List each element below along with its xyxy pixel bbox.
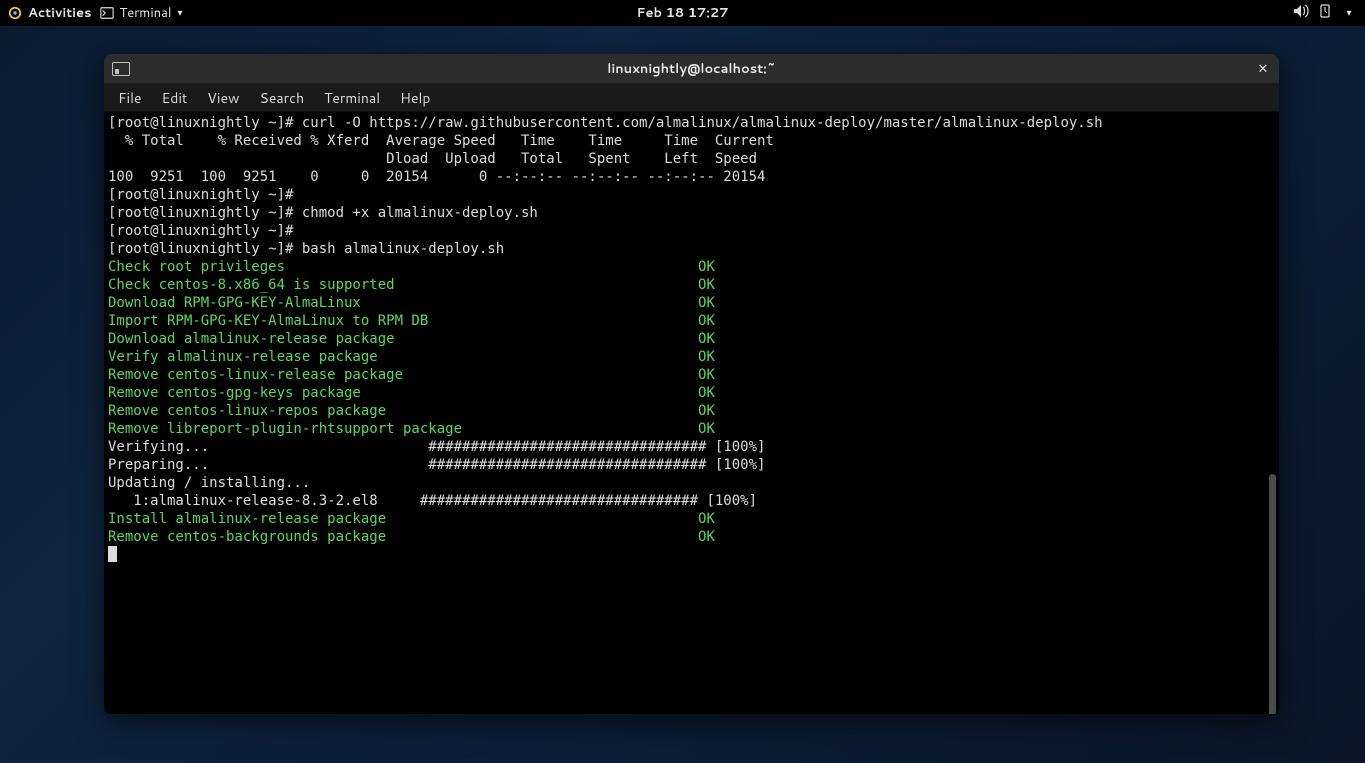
activities-label: Activities: [28, 4, 92, 22]
power-icon: [1317, 4, 1333, 23]
clock[interactable]: Feb 18 17:27: [636, 4, 728, 22]
system-status-area[interactable]: ▾: [1293, 4, 1357, 23]
app-menu-label: Terminal: [120, 4, 172, 22]
menu-help[interactable]: Help: [392, 85, 438, 111]
close-button[interactable]: ✕: [1253, 59, 1273, 79]
menu-search[interactable]: Search: [252, 85, 313, 111]
cursor: [108, 546, 117, 562]
menubar: File Edit View Search Terminal Help: [104, 84, 1279, 112]
app-menu[interactable]: Terminal ▾: [100, 4, 183, 22]
terminal-window: linuxnightly@localhost:~ ✕ File Edit Vie…: [104, 54, 1279, 714]
new-tab-icon[interactable]: [112, 62, 130, 76]
chevron-down-icon: ▾: [177, 6, 182, 20]
volume-icon: [1293, 4, 1309, 23]
gnome-topbar: Activities Terminal ▾ Feb 18 17:27 ▾: [0, 0, 1365, 26]
terminal-icon: [100, 6, 114, 20]
titlebar[interactable]: linuxnightly@localhost:~ ✕: [104, 54, 1279, 84]
menu-file[interactable]: File: [110, 85, 150, 111]
gnome-activities-icon: [8, 6, 22, 20]
chevron-down-icon: ▾: [1341, 6, 1357, 20]
activities-button[interactable]: Activities: [8, 4, 92, 22]
menu-view[interactable]: View: [199, 85, 247, 111]
window-title: linuxnightly@localhost:~: [607, 60, 775, 78]
scrollbar[interactable]: [1269, 474, 1276, 714]
terminal-output[interactable]: [root@linuxnightly ~]# curl -O https://r…: [104, 112, 1279, 714]
menu-edit[interactable]: Edit: [154, 85, 196, 111]
menu-terminal[interactable]: Terminal: [316, 85, 388, 111]
